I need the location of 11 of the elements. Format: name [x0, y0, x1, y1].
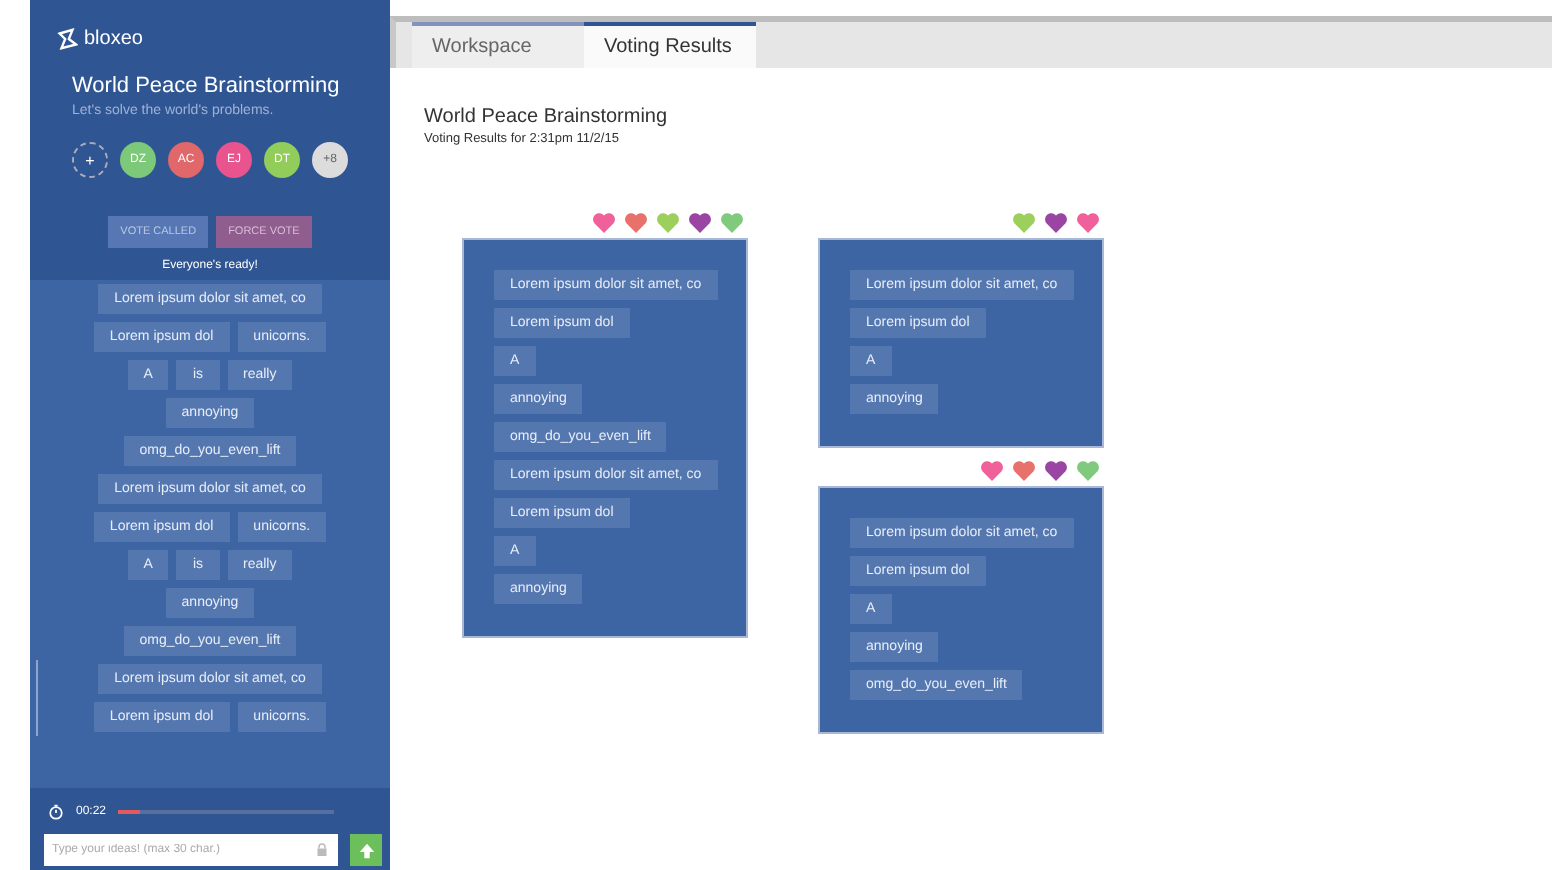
stopwatch-icon [48, 804, 64, 820]
tab[interactable]: Voting Results [584, 22, 756, 68]
session-title: World Peace Brainstorming [72, 74, 342, 98]
app-logo: bloxeo [84, 28, 143, 50]
upload-arrow-icon [357, 841, 375, 859]
tab[interactable]: Workspace [412, 22, 584, 68]
logo-icon [56, 28, 78, 50]
results-title: World Peace Brainstorming [424, 106, 670, 128]
submit-button[interactable] [350, 834, 382, 866]
add-user-button[interactable]: + [72, 142, 108, 178]
lock-icon [316, 842, 328, 858]
